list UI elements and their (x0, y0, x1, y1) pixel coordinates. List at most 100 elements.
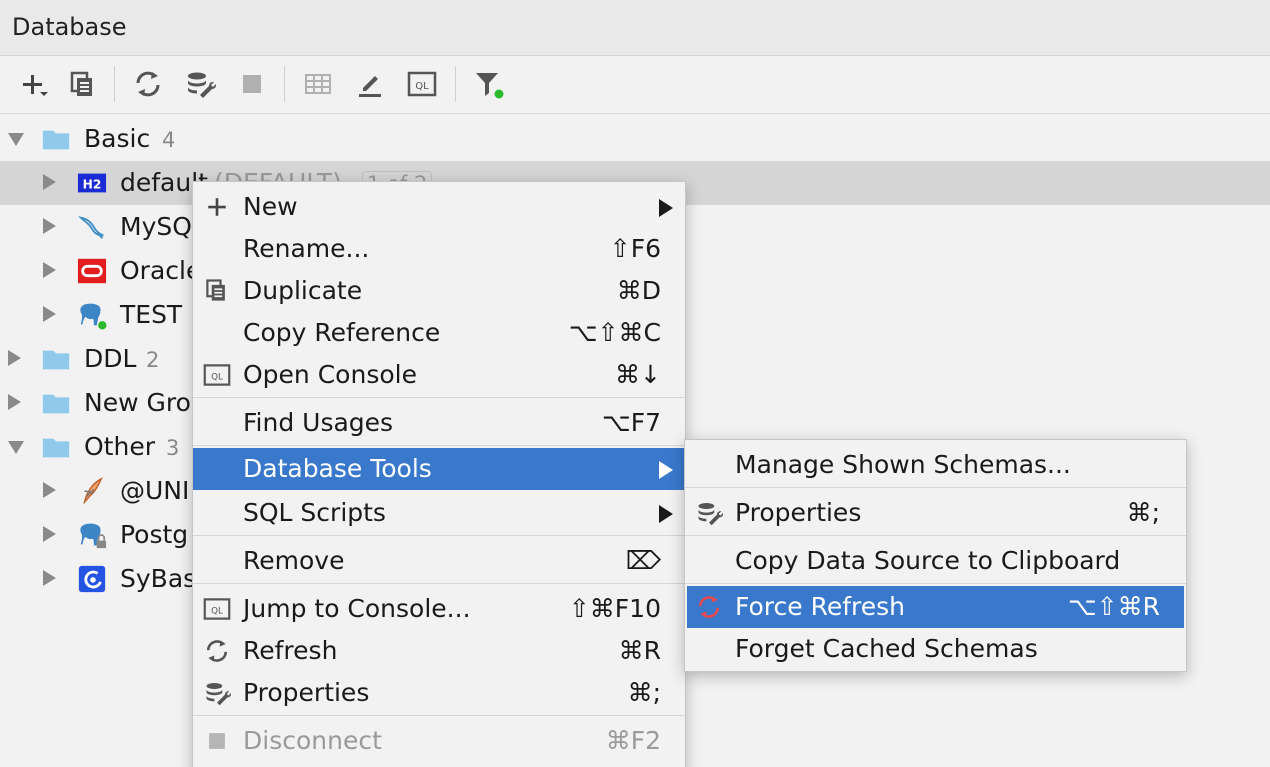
sybase-icon (76, 563, 108, 595)
toolbar: QL (0, 56, 1270, 114)
shortcut-label: ⇧F6 (609, 234, 661, 263)
edit-icon (359, 76, 381, 97)
refresh-icon (201, 635, 233, 667)
stop-button[interactable] (232, 64, 272, 104)
tree-item-label: Other (84, 432, 155, 461)
edit-button[interactable] (350, 64, 390, 104)
menu-item-copy-reference[interactable]: Copy Reference ⌥⇧⌘C (193, 312, 685, 354)
stop-icon (243, 75, 261, 93)
expand-arrow-icon[interactable] (43, 482, 56, 498)
console-button[interactable]: QL (402, 64, 442, 104)
context-menu: New Rename... ⇧F6 Duplicate ⌘D Copy Refe… (192, 181, 686, 767)
tree-item-label: TEST (120, 300, 183, 329)
mysql-dolphin-icon (76, 211, 108, 243)
submenu-item-copy-data-source[interactable]: Copy Data Source to Clipboard (687, 540, 1184, 582)
svg-text:QL: QL (211, 372, 223, 382)
shortcut-label: ⇧⌘F10 (568, 594, 661, 623)
tree-item-label: New Gro (84, 388, 191, 417)
shortcut-label: ⌥F7 (601, 408, 661, 437)
submenu-arrow-icon (659, 199, 673, 217)
tree-item-label: SyBas (120, 564, 197, 593)
database-tools-submenu: Manage Shown Schemas... Properties ⌘; Co… (684, 439, 1187, 672)
refresh-button[interactable] (128, 64, 168, 104)
tree-item-count: 4 (162, 128, 176, 152)
force-refresh-icon (693, 591, 725, 623)
svg-text:QL: QL (415, 81, 429, 92)
plus-icon (201, 191, 233, 223)
expand-arrow-icon[interactable] (8, 394, 21, 410)
folder-icon (40, 343, 72, 375)
tree-item-label: Postg (120, 520, 189, 549)
submenu-item-forget-cached-schemas[interactable]: Forget Cached Schemas (687, 628, 1184, 670)
expand-arrow-icon[interactable] (8, 133, 24, 146)
tool-window-title: Database (12, 13, 127, 41)
expand-arrow-icon[interactable] (8, 350, 21, 366)
console-icon: QL (407, 71, 437, 97)
menu-item-rename[interactable]: Rename... ⇧F6 (193, 228, 685, 270)
refresh-icon (136, 71, 160, 97)
menu-item-new[interactable]: New (193, 186, 685, 228)
menu-item-disconnect[interactable]: Disconnect ⌘F2 (193, 720, 685, 762)
folder-icon (40, 387, 72, 419)
folder-icon (40, 431, 72, 463)
menu-item-find-usages[interactable]: Find Usages ⌥F7 (193, 402, 685, 444)
tool-window-header: Database (0, 0, 1270, 56)
expand-arrow-icon[interactable] (43, 174, 56, 190)
duplicate-icon (201, 275, 233, 307)
console-icon: QL (201, 593, 233, 625)
menu-item-database-tools[interactable]: Database Tools (193, 448, 685, 490)
expand-arrow-icon[interactable] (8, 441, 24, 454)
shortcut-label: ⌥⇧⌘C (568, 318, 661, 347)
expand-arrow-icon[interactable] (43, 262, 56, 278)
console-icon: QL (201, 359, 233, 391)
add-icon (23, 75, 48, 96)
menu-item-properties[interactable]: Properties ⌘; (193, 672, 685, 714)
properties-button[interactable] (180, 64, 220, 104)
properties-icon (188, 72, 216, 98)
submenu-item-properties[interactable]: Properties ⌘; (687, 492, 1184, 534)
filter-icon (476, 73, 504, 99)
shortcut-label: ⌘; (1126, 498, 1160, 527)
shortcut-label: ⌘; (627, 678, 661, 707)
shortcut-label: ⌥⇧⌘R (1067, 592, 1160, 621)
menu-item-open-console[interactable]: QL Open Console ⌘↓ (193, 354, 685, 396)
submenu-item-manage-shown-schemas[interactable]: Manage Shown Schemas... (687, 444, 1184, 486)
tree-item-label: DDL (84, 344, 137, 373)
menu-item-refresh[interactable]: Refresh ⌘R (193, 630, 685, 672)
tree-item-count: 2 (146, 348, 160, 372)
submenu-item-force-refresh[interactable]: Force Refresh ⌥⇧⌘R (687, 586, 1184, 628)
h2-icon: H2 (76, 167, 108, 199)
shortcut-label: ⌘↓ (615, 360, 661, 389)
shortcut-label: ⌦ (625, 546, 661, 575)
duplicate-icon (70, 71, 92, 96)
stop-icon (201, 725, 233, 757)
shortcut-label: ⌘F2 (605, 726, 661, 755)
expand-arrow-icon[interactable] (43, 526, 56, 542)
expand-arrow-icon[interactable] (43, 570, 56, 586)
properties-icon (201, 677, 233, 709)
add-button[interactable] (12, 64, 52, 104)
postgresql-locked-icon (76, 519, 108, 551)
postgresql-elephant-icon (76, 299, 108, 331)
tree-item-label: @UNI (120, 476, 190, 505)
tree-item-label: MySQ (120, 212, 192, 241)
menu-item-jump-to-console[interactable]: QL Jump to Console... ⇧⌘F10 (193, 588, 685, 630)
sqlite-feather-icon (76, 475, 108, 507)
table-view-button[interactable] (298, 64, 338, 104)
menu-item-remove[interactable]: Remove ⌦ (193, 540, 685, 582)
menu-item-sql-scripts[interactable]: SQL Scripts (193, 492, 685, 534)
filter-button[interactable] (468, 64, 508, 104)
menu-item-duplicate[interactable]: Duplicate ⌘D (193, 270, 685, 312)
shortcut-label: ⌘D (616, 276, 661, 305)
expand-arrow-icon[interactable] (43, 306, 56, 322)
svg-text:QL: QL (211, 606, 223, 616)
svg-text:H2: H2 (83, 178, 102, 192)
tree-group-basic[interactable]: Basic 4 (0, 117, 1270, 161)
submenu-arrow-icon (659, 461, 673, 479)
shortcut-label: ⌘R (618, 636, 661, 665)
expand-arrow-icon[interactable] (43, 218, 56, 234)
table-icon (305, 74, 331, 94)
oracle-icon (76, 255, 108, 287)
tree-item-label: Basic (84, 124, 151, 153)
duplicate-button[interactable] (62, 64, 102, 104)
